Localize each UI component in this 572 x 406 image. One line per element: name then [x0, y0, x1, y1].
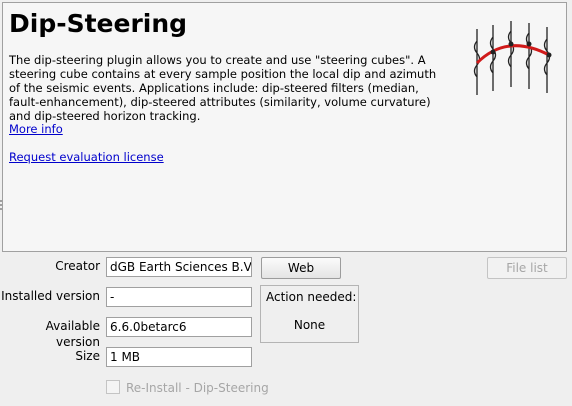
splitter-handle[interactable]	[0, 200, 2, 202]
size-field[interactable]: 1 MB	[106, 347, 252, 367]
action-needed-value: None	[293, 318, 326, 332]
file-list-button[interactable]: File list	[487, 257, 567, 279]
creator-field[interactable]: dGB Earth Sciences B.V.	[106, 257, 252, 277]
plugin-title: Dip-Steering	[9, 9, 188, 38]
plugin-info-panel: Dip-Steering The dip-steering plugin all…	[2, 2, 567, 252]
available-version-field[interactable]: 6.6.0betarc6	[106, 317, 252, 337]
splitter-handle[interactable]	[0, 204, 2, 206]
installed-version-label: Installed version	[1, 289, 100, 303]
splitter-handle[interactable]	[0, 208, 2, 210]
available-version-label: Available version	[45, 319, 100, 349]
web-button[interactable]: Web	[261, 257, 341, 279]
reinstall-label: Re-Install - Dip-Steering	[126, 381, 269, 395]
reinstall-checkbox-row[interactable]: Re-Install - Dip-Steering	[106, 380, 269, 395]
plugin-description: The dip-steering plugin allows you to cr…	[9, 53, 437, 123]
action-needed-title: Action needed:	[266, 290, 357, 304]
more-info-link[interactable]: More info	[9, 122, 63, 136]
dip-steering-logo-icon	[473, 21, 552, 95]
installed-version-field[interactable]: -	[106, 287, 252, 307]
action-needed-box: Action needed: None	[260, 285, 359, 343]
size-label: Size	[75, 349, 100, 363]
request-license-link[interactable]: Request evaluation license	[9, 150, 164, 164]
reinstall-checkbox[interactable]	[106, 380, 120, 394]
creator-label: Creator	[55, 259, 100, 273]
